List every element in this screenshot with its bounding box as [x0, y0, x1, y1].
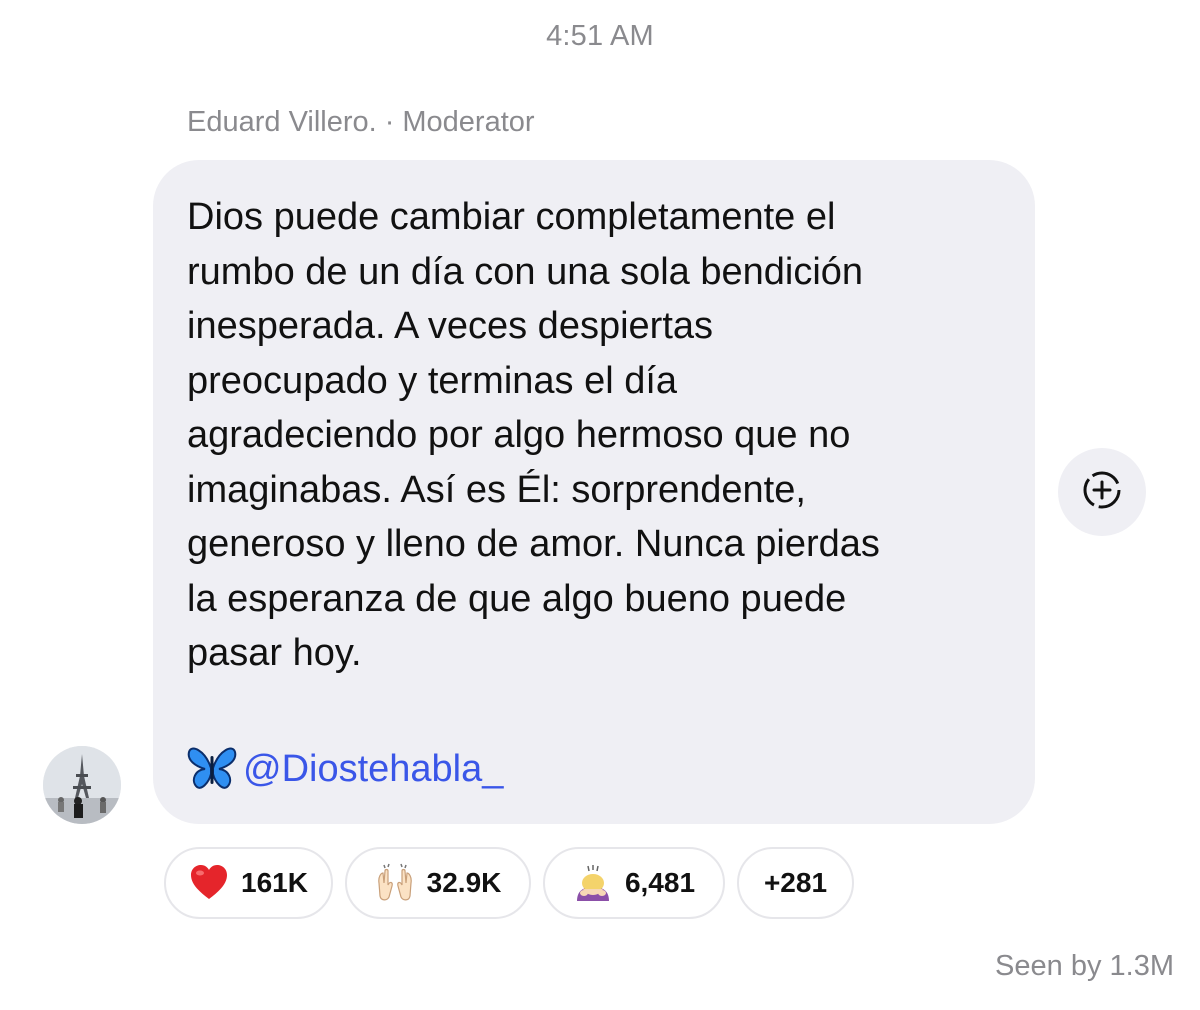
sender-name[interactable]: Eduard Villero. — [187, 106, 377, 138]
butterfly-icon — [187, 746, 237, 792]
person-bowing-icon — [573, 863, 613, 903]
message-timestamp: 4:51 AM — [546, 20, 654, 52]
reaction-heart[interactable]: 161K — [164, 847, 333, 919]
handle-link[interactable]: @Diostehabla_ — [243, 742, 503, 796]
reaction-person-bowing[interactable]: 6,481 — [543, 847, 725, 919]
reactions-bar: 161K 32.9K 6,481 +281 — [164, 847, 866, 919]
sender-role: Moderator — [402, 106, 535, 138]
message-bubble[interactable]: Dios puede cambiar completamente el rumb… — [153, 160, 1035, 824]
add-reaction-button[interactable] — [1058, 448, 1146, 536]
sender-line: Eduard Villero. · Moderator — [187, 106, 535, 139]
reaction-more[interactable]: +281 — [737, 847, 854, 919]
raising-hands-icon — [375, 863, 415, 903]
reaction-count: 161K — [241, 867, 308, 898]
avatar-photo — [43, 746, 121, 824]
sender-avatar[interactable] — [43, 746, 121, 824]
red-heart-icon — [189, 863, 229, 903]
message-text: Dios puede cambiar completamente el rumb… — [187, 196, 880, 674]
seen-by-count[interactable]: Seen by 1.3M — [995, 950, 1174, 983]
reaction-raising-hands[interactable]: 32.9K — [345, 847, 531, 919]
reaction-count: 32.9K — [426, 867, 502, 898]
reaction-count: 6,481 — [624, 867, 696, 898]
reaction-more-count: +281 — [763, 867, 828, 898]
sender-separator: · — [384, 106, 395, 138]
add-reaction-icon — [1080, 468, 1124, 517]
message-signature: @Diostehabla_ — [187, 742, 503, 796]
